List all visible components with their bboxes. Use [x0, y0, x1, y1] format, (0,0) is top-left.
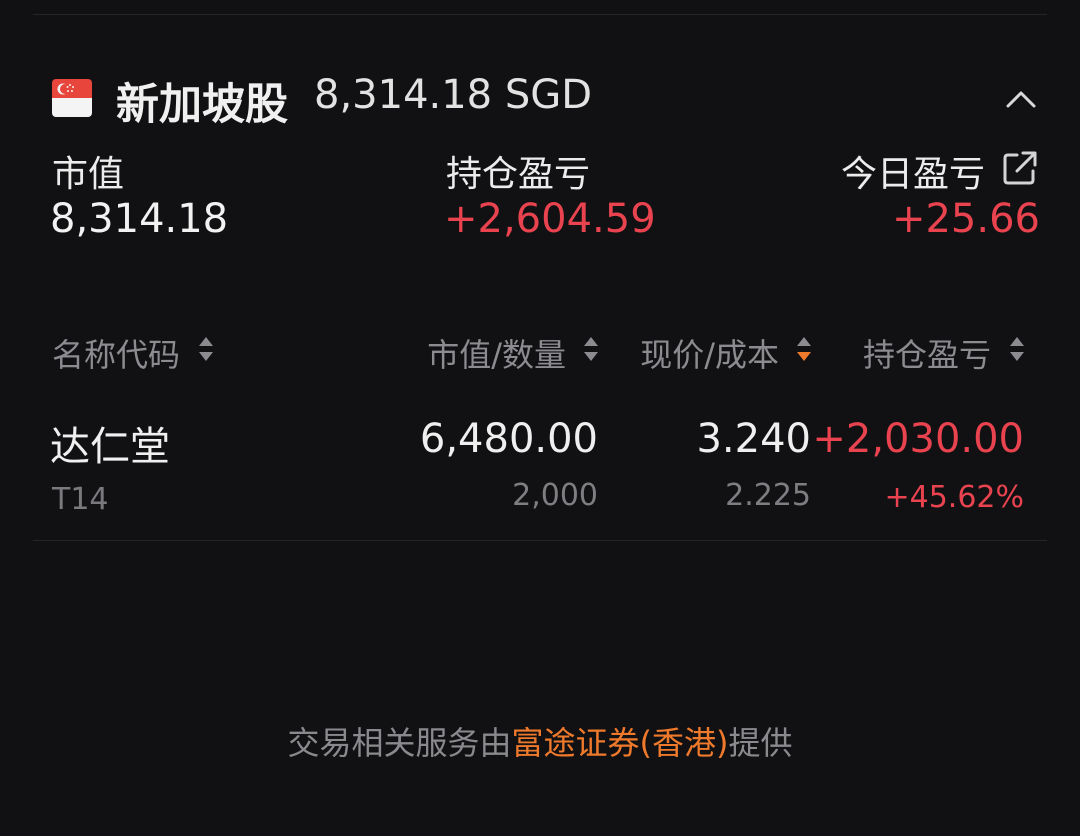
- row-cost-price: 2.225: [725, 478, 811, 513]
- market-value: 8,314.18: [50, 196, 229, 242]
- share-icon[interactable]: [1001, 149, 1039, 187]
- row-position-pl-percent: +45.62%: [884, 480, 1024, 515]
- row-market-value: 6,480.00: [419, 416, 598, 462]
- provider-link[interactable]: 富途证券(香港): [512, 724, 729, 762]
- position-pl-value: +2,604.59: [444, 196, 656, 242]
- column-header-position-pl[interactable]: 持仓盈亏: [863, 330, 991, 376]
- row-position-pl: +2,030.00: [812, 416, 1024, 462]
- portfolio-market-section: 新加坡股 8,314.18 SGD 市值 8,314.18 持仓盈亏 +2,60…: [0, 0, 1080, 836]
- row-current-price: 3.240: [696, 416, 811, 462]
- column-header-value-quantity[interactable]: 市值/数量: [427, 330, 566, 376]
- column-header-price-cost[interactable]: 现价/成本: [640, 330, 779, 376]
- sort-icon[interactable]: [582, 334, 600, 364]
- market-name: 新加坡股: [116, 80, 288, 130]
- sort-active-icon[interactable]: [795, 334, 813, 364]
- stock-name: 达仁堂: [50, 424, 170, 470]
- position-pl-label: 持仓盈亏: [446, 154, 591, 195]
- sort-icon[interactable]: [197, 334, 215, 364]
- top-divider: [33, 14, 1047, 15]
- chevron-up-icon[interactable]: [1002, 84, 1040, 114]
- service-provider-note: 交易相关服务由富途证券(香港)提供: [0, 718, 1080, 764]
- row-divider: [33, 540, 1047, 541]
- sort-icon[interactable]: [1008, 334, 1026, 364]
- column-header-name[interactable]: 名称代码: [52, 330, 180, 376]
- stock-code: T14: [52, 482, 109, 517]
- footer-prefix: 交易相关服务由: [287, 724, 512, 762]
- market-value-label: 市值: [52, 154, 125, 195]
- singapore-flag-icon: [52, 79, 92, 117]
- footer-suffix: 提供: [728, 724, 793, 762]
- today-pl-value: +25.66: [891, 196, 1040, 242]
- market-total-value: 8,314.18 SGD: [314, 72, 593, 118]
- row-quantity: 2,000: [512, 478, 598, 513]
- today-pl-label: 今日盈亏: [840, 154, 985, 195]
